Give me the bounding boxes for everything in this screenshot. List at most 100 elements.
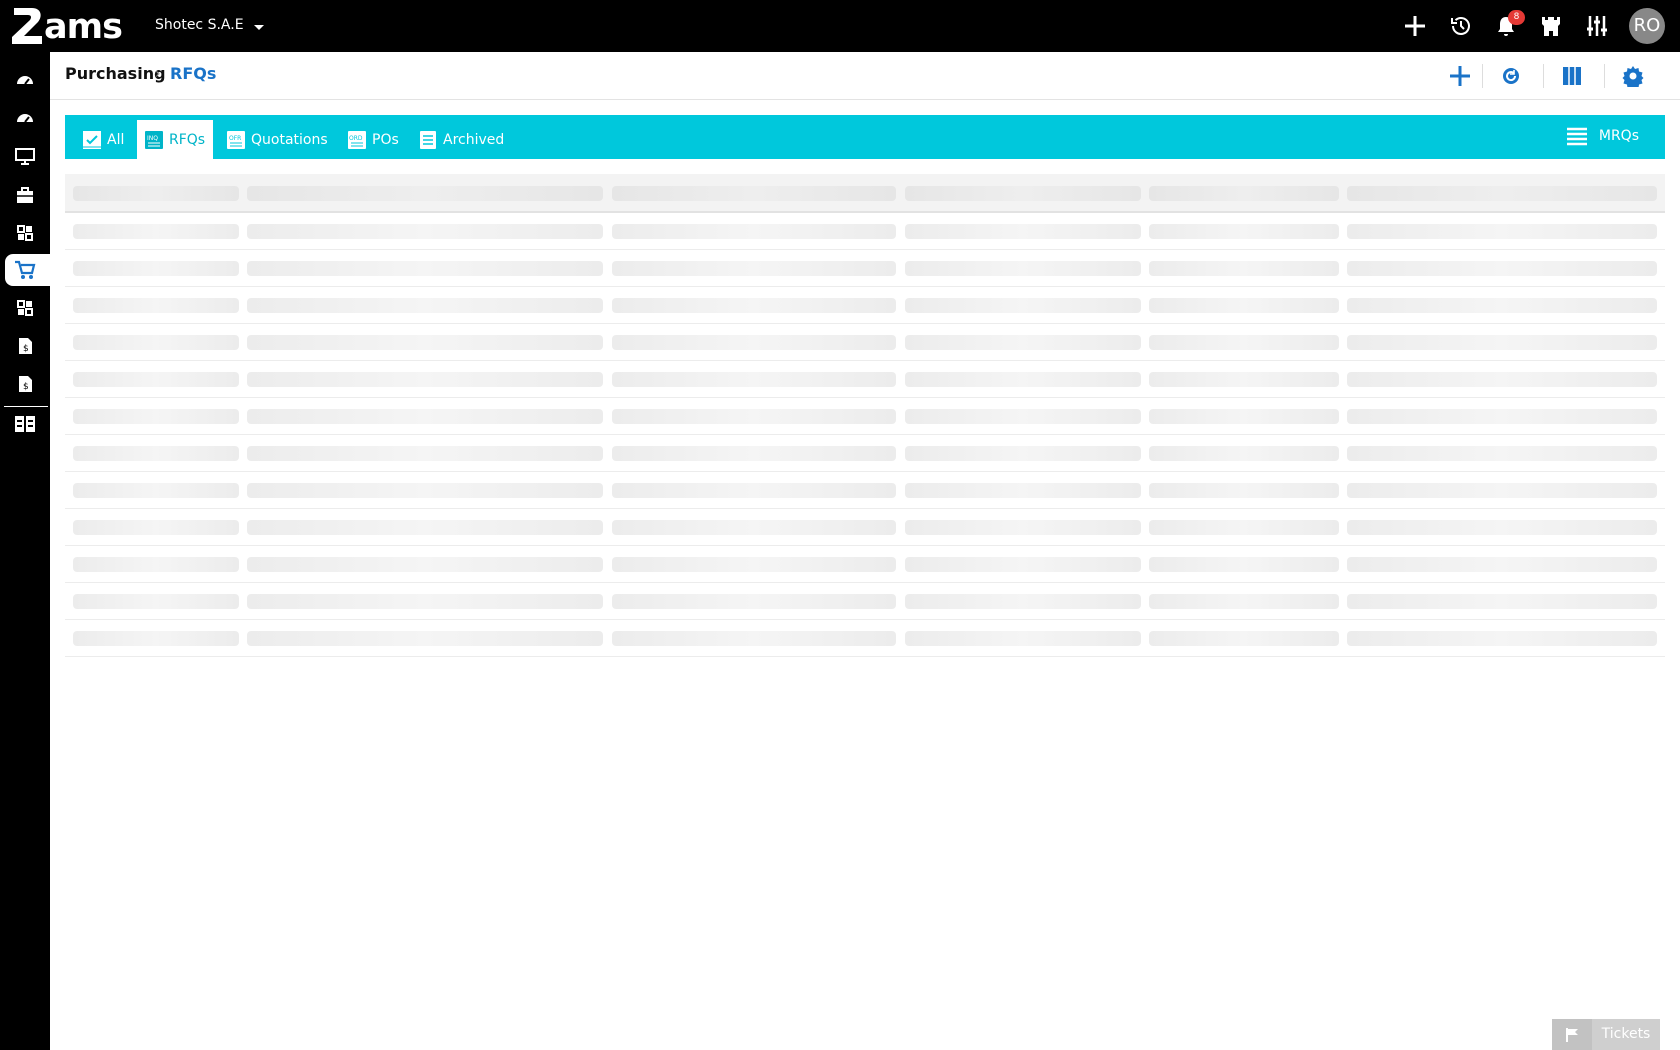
mrqs-link[interactable]: MRQs: [1566, 126, 1639, 146]
cell-placeholder: [612, 631, 896, 646]
cell-placeholder: [905, 631, 1141, 646]
sidebar-item-purchasing[interactable]: [5, 254, 50, 286]
history-icon[interactable]: [1446, 11, 1476, 41]
logo-text: ams: [44, 7, 123, 47]
monitor-icon: [15, 148, 35, 165]
sliders-icon[interactable]: [1582, 11, 1612, 41]
app-logo[interactable]: ams: [10, 6, 132, 47]
cell-placeholder: [73, 483, 239, 498]
cell-placeholder: [73, 298, 239, 313]
tab-label: RFQs: [169, 131, 206, 148]
sidebar-item-dashboard-2[interactable]: [5, 102, 50, 134]
cell-placeholder: [1149, 298, 1339, 313]
cell-placeholder: [1347, 483, 1657, 498]
table-row: [65, 435, 1665, 472]
logo-mark-icon: [12, 8, 42, 44]
cell-placeholder: [1149, 224, 1339, 239]
tab-quotations[interactable]: OFR Quotations: [219, 120, 336, 159]
tickets-label: Tickets: [1601, 1026, 1651, 1042]
cell-placeholder: [1347, 298, 1657, 313]
mrqs-label: MRQs: [1598, 128, 1639, 144]
tab-rfqs[interactable]: INQ RFQs: [137, 120, 214, 159]
sidebar-item-dashboard[interactable]: [5, 64, 50, 96]
table-row: [65, 287, 1665, 324]
cell-placeholder: [612, 298, 896, 313]
checkbox-icon: [83, 130, 101, 149]
cell-placeholder: [73, 261, 239, 276]
cell-placeholder: [1347, 261, 1657, 276]
cell-placeholder: [1347, 631, 1657, 646]
cell-placeholder: [1149, 631, 1339, 646]
sidebar-item-reports[interactable]: [5, 408, 50, 440]
sidebar-item-invoice-2[interactable]: $: [5, 368, 50, 400]
company-selector[interactable]: Shotec S.A.E: [155, 17, 264, 33]
cell-placeholder: [905, 594, 1141, 609]
cell-placeholder: [905, 446, 1141, 461]
briefcase-icon: [17, 187, 33, 203]
tab-pos[interactable]: ORD POs: [340, 120, 407, 159]
cell-placeholder: [247, 446, 603, 461]
svg-text:ORD: ORD: [349, 135, 363, 142]
cell-placeholder: [1149, 335, 1339, 350]
sidebar-item-modules-2[interactable]: [5, 292, 50, 324]
add-rfq-icon[interactable]: [1447, 63, 1473, 89]
cell-placeholder: [247, 372, 603, 387]
cell-placeholder: [612, 557, 896, 572]
sidebar: $ $: [0, 52, 50, 1050]
header-divider: [1482, 64, 1483, 88]
gauge-icon: [17, 76, 33, 85]
header-cell-placeholder: [73, 186, 239, 201]
rfq-table-skeleton: [65, 174, 1665, 657]
sidebar-item-monitor[interactable]: [5, 140, 50, 172]
table-row: [65, 324, 1665, 361]
cell-placeholder: [247, 631, 603, 646]
breadcrumb-root[interactable]: Purchasing: [65, 64, 166, 83]
tab-all[interactable]: All: [75, 120, 132, 159]
table-header: [65, 174, 1665, 213]
cell-placeholder: [905, 483, 1141, 498]
header-cell-placeholder: [612, 186, 896, 201]
gauge-icon: [17, 114, 33, 123]
sidebar-divider: [4, 406, 48, 407]
tab-label: Quotations: [251, 131, 328, 148]
cell-placeholder: [1347, 594, 1657, 609]
ord-doc-icon: ORD: [348, 130, 366, 149]
tab-archived[interactable]: Archived: [411, 120, 512, 159]
breadcrumb-current: RFQs: [170, 64, 217, 83]
flag-icon: [1552, 1019, 1592, 1050]
cell-placeholder: [612, 372, 896, 387]
cell-placeholder: [1347, 520, 1657, 535]
user-avatar[interactable]: RO: [1629, 8, 1665, 44]
cell-placeholder: [905, 557, 1141, 572]
sidebar-item-briefcase[interactable]: [5, 179, 50, 211]
refresh-icon[interactable]: [1498, 63, 1524, 89]
castle-icon[interactable]: [1536, 11, 1566, 41]
shopping-cart-icon: [15, 260, 36, 279]
cell-placeholder: [1149, 372, 1339, 387]
header-divider: [1604, 64, 1605, 88]
gear-icon[interactable]: [1620, 63, 1646, 89]
cell-placeholder: [612, 224, 896, 239]
notifications-bell-icon[interactable]: 8: [1491, 10, 1525, 41]
cell-placeholder: [612, 409, 896, 424]
cell-placeholder: [1347, 224, 1657, 239]
sidebar-item-modules[interactable]: [5, 217, 50, 249]
cell-placeholder: [73, 520, 239, 535]
reports-grid-icon: [15, 416, 35, 432]
header-cell-placeholder: [1347, 186, 1657, 201]
sidebar-item-invoice[interactable]: $: [5, 330, 50, 362]
invoice-dollar-icon: $: [19, 338, 32, 354]
header-cell-placeholder: [1149, 186, 1339, 201]
add-icon[interactable]: [1400, 11, 1430, 41]
cell-placeholder: [905, 261, 1141, 276]
cell-placeholder: [73, 446, 239, 461]
header-cell-placeholder: [905, 186, 1141, 201]
chevron-down-icon: [253, 25, 264, 30]
table-row: [65, 509, 1665, 546]
columns-icon[interactable]: [1559, 63, 1585, 89]
tickets-button[interactable]: Tickets: [1552, 1019, 1660, 1050]
cell-placeholder: [73, 594, 239, 609]
company-name: Shotec S.A.E: [155, 17, 244, 33]
cell-placeholder: [1347, 557, 1657, 572]
svg-text:INQ: INQ: [147, 135, 158, 142]
